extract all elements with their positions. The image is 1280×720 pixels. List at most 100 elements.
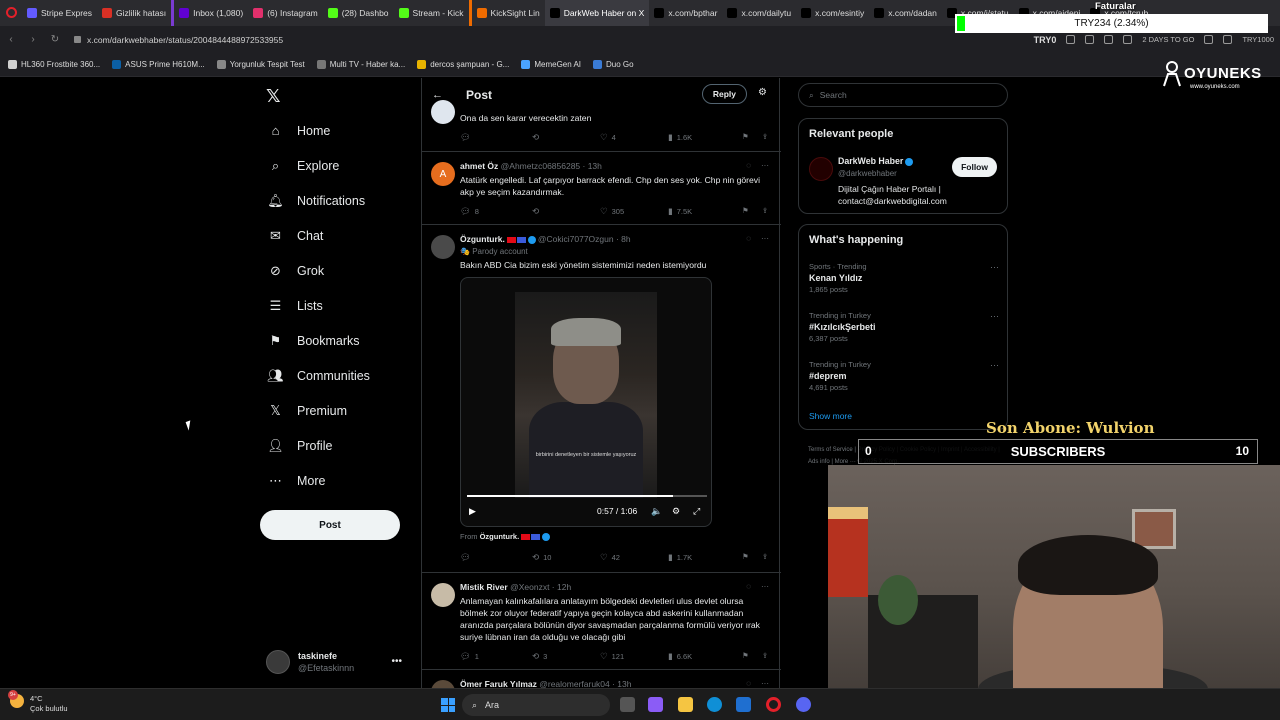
share-icon[interactable]: ⇪ [762,132,768,141]
nav-item-grok[interactable]: ⊘ Grok [268,263,324,278]
grok-icon[interactable]: ◌ [746,582,751,591]
taskbar-search[interactable]: ⌕ Ara [462,694,610,716]
author-name[interactable]: Mistik River [460,582,508,592]
browser-tab[interactable]: KickSight Lin [468,0,545,26]
nav-item-premium[interactable]: 𝕏 Premium [268,403,347,418]
avatar[interactable] [809,157,833,181]
replies-action[interactable]: 💬︎ [460,132,475,143]
views-action[interactable]: ▮ 1.7K [668,552,692,563]
trend-item[interactable]: Sports · Trending Kenan Yıldız 1,865 posts… [809,262,999,294]
browser-tab[interactable]: DarkWeb Haber on X [544,0,650,26]
browser-tab[interactable]: x.com/esintiy [796,0,869,26]
browser-tab[interactable]: Gizlilik hatası [97,0,171,26]
addr-right-1[interactable]: 2 DAYS TO GO [1142,35,1194,44]
browser-tab[interactable]: Stream - Kick [394,0,469,26]
tweet-2[interactable]: Özgunturk. @Cokici7077Ozgun · 8h ◌ ··· 🎭 P… [422,225,781,573]
share-icon[interactable]: ⇪ [762,651,768,660]
tweet-3[interactable]: Mistik River @Xeonzxt · 12h ◌ ··· Anlamay… [422,573,781,670]
bookmark-item[interactable]: Multi TV - Haber ka... [316,60,405,69]
avatar[interactable]: A [431,162,455,186]
discord-icon[interactable] [796,697,811,712]
post-button[interactable]: Post [260,510,400,540]
grok-icon[interactable]: ◌ [746,679,751,688]
profile-icon[interactable] [1204,35,1214,44]
x-logo-icon[interactable]: 𝕏 [266,86,281,107]
bookmark-item[interactable]: HL360 Frostbite 360... [8,60,100,69]
nav-item-communities[interactable]: 👥︎ Communities [267,368,370,383]
grok-icon[interactable]: ◌ [746,161,751,170]
store-icon[interactable] [736,697,751,712]
author-handle[interactable]: @Ahmetzc06856285 · 13h [501,161,602,171]
share-icon[interactable]: ⇪ [762,552,768,561]
share-icon[interactable]: ⇪ [762,206,768,215]
tune-icon[interactable]: ⚙ [758,87,767,98]
bookmark-item[interactable]: MemeGen AI [521,60,581,69]
likes-action[interactable]: ♡ 305 [600,206,624,217]
edge-browser-icon[interactable] [707,697,722,712]
likes-action[interactable]: ♡ 42 [600,552,620,563]
nav-item-bookmarks[interactable]: ⚑ Bookmarks [268,333,360,348]
nav-item-profile[interactable]: 👤︎ Profile [267,438,332,453]
windows-start-icon[interactable] [441,698,455,712]
likes-action[interactable]: ♡ 121 [600,651,624,662]
browser-tab[interactable]: x.com/bpthar [649,0,722,26]
bookmark-item[interactable]: Duo Go [593,60,634,69]
avatar[interactable] [431,680,455,688]
wallet-icon[interactable] [1223,35,1233,44]
show-more-link[interactable]: Show more [809,411,852,421]
account-switcher[interactable]: taskinefe @Efetaskinnn ••• [266,646,412,678]
author-name[interactable]: Ömer Faruk Yılmaz [460,679,537,688]
tweet-4[interactable]: Ömer Faruk Yılmaz @realomerfaruk04 · 13h… [422,670,781,688]
nav-item-home[interactable]: ⌂ Home [268,123,331,138]
reposts-action[interactable]: ⟲ 10 [532,552,551,563]
reposts-action[interactable]: ⟲ 3 [532,651,547,662]
views-action[interactable]: ▮ 1.6K [668,132,692,143]
settings-icon[interactable]: ⚙ [672,506,680,517]
extension-icon[interactable] [1066,35,1076,44]
more-dots-icon[interactable]: ··· [761,582,769,591]
bookmark-item[interactable]: dercos şampuan - G... [417,60,509,69]
more-dots-icon[interactable]: ··· [990,262,999,272]
author-name[interactable]: ahmet Öz [460,161,498,171]
fullscreen-icon[interactable]: ⤢ [693,506,700,517]
nav-item-explore[interactable]: ⌕ Explore [268,158,340,173]
more-dots-icon[interactable]: ••• [391,656,402,667]
weather-widget[interactable]: 9+ 4°C Çok bulutlu [8,690,68,714]
shield-icon[interactable] [1104,35,1114,44]
bookmark-icon[interactable]: ⚑ [742,206,749,215]
avatar[interactable] [431,100,455,124]
back-nav-icon[interactable]: ‹ [0,34,22,45]
browser-tab[interactable]: Stripe Expres [22,0,97,26]
more-dots-icon[interactable]: ··· [990,311,999,321]
bookmark-icon[interactable]: ⚑ [742,651,749,660]
tweet-1[interactable]: A ahmet Öz @Ahmetzc06856285 · 13h ◌ ··· A… [422,152,781,225]
browser-tab[interactable]: Inbox (1,080) [171,0,248,26]
tweet-0[interactable]: Ona da sen karar verecektin zaten 💬︎ ⟲ ♡ 4 ▮… [422,100,781,152]
follow-button[interactable]: Follow [952,157,997,177]
avatar[interactable] [431,583,455,607]
person-handle[interactable]: @darkwebhaber [838,169,897,178]
more-dots-icon[interactable]: ··· [990,360,999,370]
views-action[interactable]: ▮ 6.6K [668,651,692,662]
reposts-action[interactable]: ⟲ [532,132,543,143]
forward-nav-icon[interactable]: › [22,34,44,45]
replies-action[interactable]: 💬︎ 8 [460,206,479,217]
more-dots-icon[interactable]: ··· [761,161,769,170]
opera-taskbar-icon[interactable] [766,697,781,712]
author-handle[interactable]: @realomerfaruk04 · 13h [539,679,631,688]
bookmark-icon[interactable]: ⚑ [742,552,749,561]
addr-right-0[interactable]: TRY0 [1034,35,1057,45]
opera-logo-icon[interactable] [6,7,17,18]
trend-item[interactable]: Trending in Turkey #deprem 4,691 posts ··· [809,360,999,392]
search-input[interactable]: ⌕ Search [798,83,1008,107]
likes-action[interactable]: ♡ 4 [600,132,616,143]
from-name[interactable]: Özgunturk. [480,532,520,541]
file-explorer-icon[interactable] [678,697,693,712]
video-player[interactable]: birbirini denetleyen bir sistemle yaşıyo… [460,277,712,527]
copilot-icon[interactable] [648,697,663,712]
play-icon[interactable]: ▶ [469,506,476,517]
bookmark-item[interactable]: Yorgunluk Tespit Test [216,60,305,69]
download-icon[interactable] [1123,35,1133,44]
person-name[interactable]: DarkWeb Haber [838,156,915,166]
nav-item-more[interactable]: ⋯ More [268,473,325,488]
